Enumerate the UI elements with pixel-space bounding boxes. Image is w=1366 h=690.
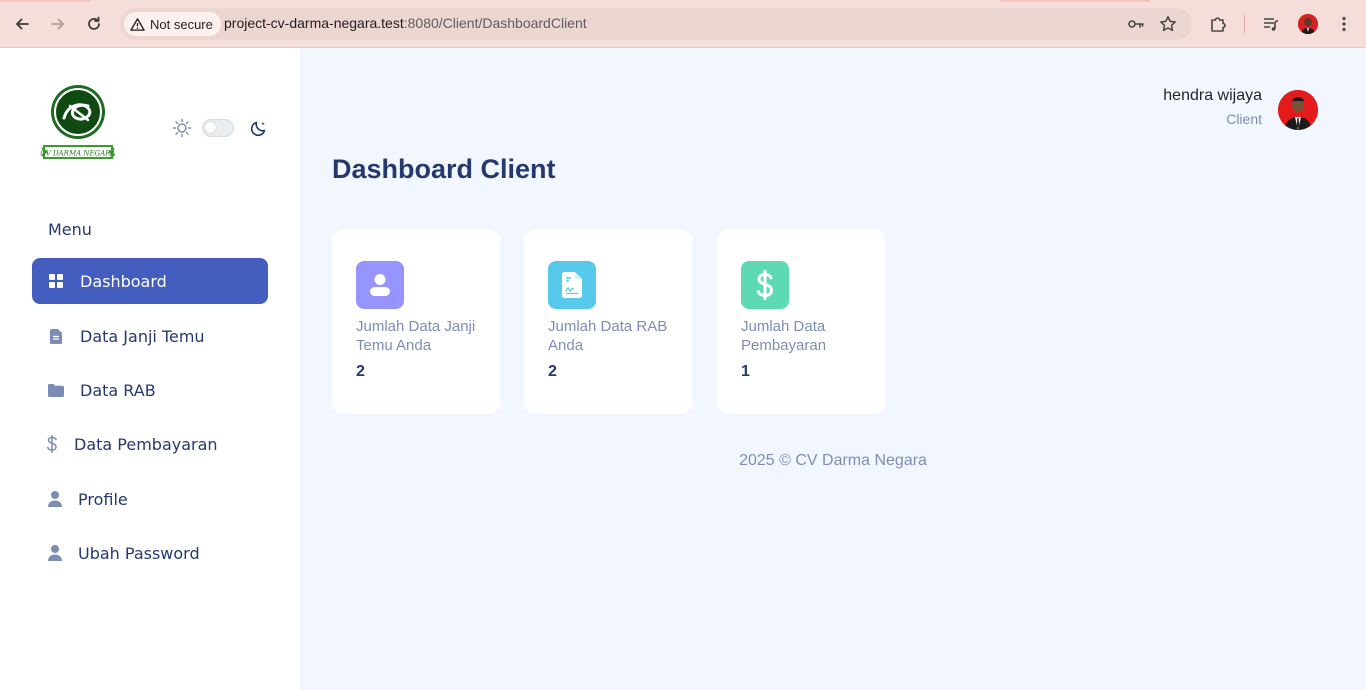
url-host: project-cv-darma-negara.test <box>224 15 404 31</box>
logo-text: CV DARMA NEGARA <box>40 150 115 158</box>
card-label: Jumlah Data RAB Anda <box>548 318 668 354</box>
security-indicator[interactable]: Not secure <box>124 12 221 36</box>
footer-copyright: 2025 © CV Darma Negara <box>739 452 927 469</box>
switch-knob <box>205 122 216 133</box>
card-icon-badge <box>548 261 596 309</box>
media-control-button[interactable] <box>1260 13 1282 35</box>
moon-icon <box>250 121 266 137</box>
stat-card-janji-temu: Jumlah Data Janji Temu Anda 2 <box>332 229 500 414</box>
page-title: Dashboard Client <box>332 154 556 184</box>
card-value: 1 <box>741 363 750 380</box>
bookmark-button[interactable] <box>1157 13 1179 35</box>
url-text[interactable]: project-cv-darma-negara.test:8080/Client… <box>224 15 587 31</box>
url-path: :8080/Client/DashboardClient <box>403 15 587 31</box>
sidebar-item-label: Data RAB <box>80 380 156 400</box>
extensions-button[interactable] <box>1207 13 1229 35</box>
security-label: Not secure <box>150 16 213 32</box>
back-button[interactable] <box>10 12 34 36</box>
sidebar-item-label: Ubah Password <box>78 543 200 563</box>
person-icon <box>47 491 63 507</box>
sidebar-item-label: Data Janji Temu <box>80 326 205 346</box>
user-avatar[interactable] <box>1278 90 1318 130</box>
password-key-button[interactable] <box>1125 13 1147 35</box>
card-icon-badge <box>741 261 789 309</box>
forward-button[interactable] <box>46 12 70 36</box>
key-icon <box>1128 20 1144 28</box>
sidebar-item-profile[interactable]: Profile <box>32 476 268 522</box>
sidebar-item-label: Dashboard <box>80 271 167 291</box>
dark-mode-switch[interactable] <box>202 119 234 137</box>
file-signature-icon <box>562 272 582 298</box>
menu-heading: Menu <box>48 220 92 239</box>
card-value: 2 <box>548 363 557 380</box>
sidebar-item-data-pembayaran[interactable]: Data Pembayaran <box>32 421 268 467</box>
arrow-left-icon <box>16 18 29 30</box>
card-label: Jumlah Data Pembayaran <box>741 318 827 354</box>
theme-toggle <box>172 118 268 138</box>
dollar-icon <box>44 435 60 453</box>
sidebar-item-data-rab[interactable]: Data RAB <box>32 367 268 413</box>
stat-card-pembayaran: Jumlah Data Pembayaran 1 <box>717 229 885 414</box>
more-vertical-icon <box>1342 16 1346 32</box>
stat-card-rab: Jumlah Data RAB Anda 2 <box>524 229 692 414</box>
arrow-right-icon <box>51 18 64 30</box>
grid-icon <box>48 273 64 289</box>
sidebar: CV DARMA NEGARA Menu Dashboard Data Janj… <box>0 48 300 690</box>
company-logo[interactable]: CV DARMA NEGARA <box>40 84 116 164</box>
card-icon-badge <box>356 261 404 309</box>
toolbar-divider <box>1244 15 1245 33</box>
browser-menu-button[interactable] <box>1333 13 1355 35</box>
sidebar-item-label: Profile <box>78 489 128 509</box>
sidebar-item-dashboard[interactable]: Dashboard <box>32 258 268 304</box>
person-icon <box>47 545 63 561</box>
reload-button[interactable] <box>82 12 106 36</box>
tab-strip-edge <box>0 0 1366 2</box>
sidebar-item-ubah-password[interactable]: Ubah Password <box>32 530 268 576</box>
person-icon <box>370 274 390 296</box>
sidebar-item-data-janji-temu[interactable]: Data Janji Temu <box>32 313 268 359</box>
sidebar-item-label: Data Pembayaran <box>74 434 218 454</box>
folder-icon <box>48 382 64 398</box>
file-icon <box>48 328 64 344</box>
reload-icon <box>88 16 100 30</box>
avatar-image <box>1298 14 1318 34</box>
logo-image: CV DARMA NEGARA <box>40 85 116 159</box>
card-value: 2 <box>356 363 365 380</box>
browser-toolbar: Not secure project-cv-darma-negara.test:… <box>0 0 1366 48</box>
avatar-image <box>1278 90 1318 130</box>
user-role: Client <box>1226 111 1262 127</box>
star-icon <box>1160 16 1176 32</box>
dollar-icon <box>756 270 774 300</box>
warning-icon <box>130 17 145 31</box>
user-name[interactable]: hendra wijaya <box>1163 87 1262 105</box>
card-label: Jumlah Data Janji Temu Anda <box>356 318 476 354</box>
profile-avatar[interactable] <box>1298 14 1318 34</box>
playlist-icon <box>1264 18 1279 31</box>
puzzle-icon <box>1211 17 1226 32</box>
sun-icon <box>172 118 192 138</box>
